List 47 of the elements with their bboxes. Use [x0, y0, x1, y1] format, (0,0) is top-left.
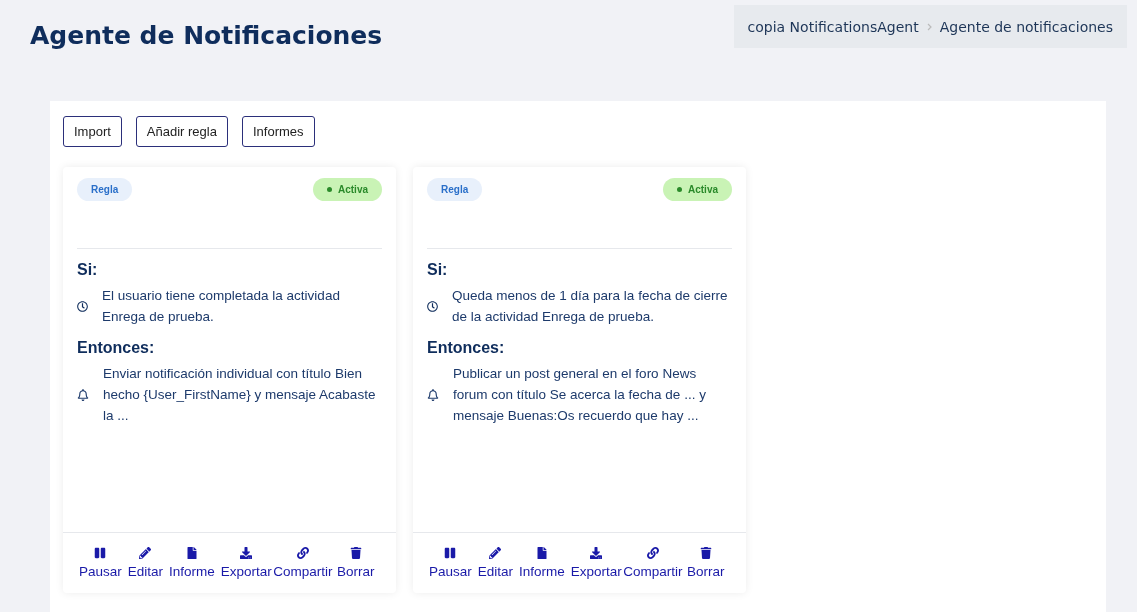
document-icon	[185, 547, 198, 559]
clock-icon	[77, 300, 88, 312]
action-heading: Entonces:	[77, 339, 156, 357]
card-action-button[interactable]: Borrar	[333, 547, 378, 579]
status-badge: Activa	[663, 178, 732, 201]
condition-heading: Si:	[427, 261, 449, 279]
card-action-button[interactable]: Exportar	[570, 547, 622, 579]
download-icon	[240, 547, 253, 559]
pencil-icon	[139, 547, 152, 559]
clock-icon	[427, 300, 438, 312]
bell-icon	[427, 388, 439, 401]
action-heading: Entonces:	[427, 339, 506, 357]
condition-text: El usuario tiene completada la actividad Enrega de prueba.	[102, 287, 341, 326]
trash-icon	[349, 547, 362, 559]
card-action-button[interactable]: Editar	[477, 547, 514, 579]
link-icon	[296, 547, 309, 559]
card-action-button[interactable]: Compartir	[271, 547, 334, 579]
toolbar-button[interactable]: Informes	[241, 116, 315, 147]
pause-icon	[444, 547, 457, 559]
card-action-button[interactable]: Informe	[519, 547, 565, 579]
page-title: Agente de Notificaciones	[30, 21, 383, 50]
bell-icon	[77, 388, 89, 401]
breadcrumb-link[interactable]: Agente de notificaciones	[939, 18, 1113, 35]
breadcrumb-link[interactable]: copia NotificationsAgent	[747, 18, 919, 35]
pause-icon	[94, 547, 107, 559]
card-action-button[interactable]: Borrar	[683, 547, 728, 579]
card-action-button[interactable]: Informe	[169, 547, 215, 579]
download-icon	[590, 547, 603, 559]
trash-icon	[699, 547, 712, 559]
document-icon	[535, 547, 548, 559]
link-icon	[646, 547, 659, 559]
rule-tag: Regla	[427, 178, 483, 201]
rule-tag: Regla	[77, 178, 133, 201]
status-badge: Activa	[313, 178, 382, 201]
chevron-icon	[926, 22, 932, 31]
action-text: Enviar notificación individual con título Bien hecho {User_FirstName} y mensaje Acabaste la ...	[103, 365, 377, 425]
card-action-button[interactable]: Pausar	[429, 547, 472, 579]
pencil-icon	[489, 547, 502, 559]
action-text: Publicar un post general en el foro News forum con título Se acerca la fecha de ... y mensaje Buenas:Os recuerdo que hay ...	[453, 365, 707, 425]
card-action-button[interactable]: Pausar	[79, 547, 122, 579]
card-action-button[interactable]: Compartir	[621, 547, 684, 579]
card-action-button[interactable]: Editar	[127, 547, 164, 579]
card-action-button[interactable]: Exportar	[220, 547, 272, 579]
toolbar-button[interactable]: Añadir regla	[135, 116, 228, 147]
condition-heading: Si:	[77, 261, 99, 279]
toolbar-button[interactable]: Import	[63, 116, 122, 147]
condition-text: Queda menos de 1 día para la fecha de cierre de la actividad Enrega de prueba.	[452, 287, 729, 326]
